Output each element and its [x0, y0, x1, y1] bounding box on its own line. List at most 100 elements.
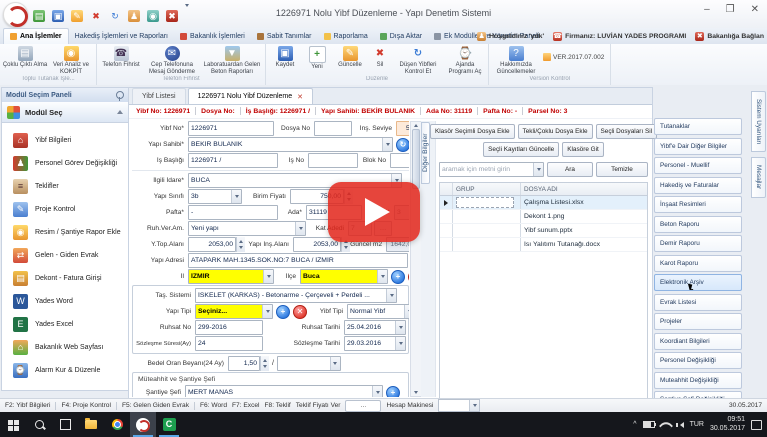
- dosya-no-input[interactable]: [314, 121, 352, 136]
- tab-raporlama[interactable]: Raporlama: [318, 29, 374, 44]
- tab-yibf-listesi[interactable]: Yibf Listesi: [132, 88, 186, 104]
- minimize-icon[interactable]: –: [704, 4, 710, 15]
- add-icon[interactable]: +: [391, 270, 405, 284]
- shortcut-f8[interactable]: F8: Teklif: [265, 402, 291, 409]
- maximize-icon[interactable]: ❐: [726, 4, 735, 15]
- accordion-karot-raporu[interactable]: Karot Raporu: [654, 255, 742, 272]
- grup-edit-cell[interactable]: [456, 197, 514, 208]
- bedel-oran-select[interactable]: [277, 356, 341, 371]
- tekli-coklu-dosya-ekle-button[interactable]: Tekli/Çoklu Dosya Ekle: [518, 124, 593, 139]
- toplam-alan-input[interactable]: 2053,00: [188, 237, 236, 252]
- kaydet-button[interactable]: ▣Kaydet: [268, 45, 302, 69]
- accordion-hakedis-faturalar[interactable]: Hakediş ve Faturalar: [654, 177, 742, 194]
- accordion-demir-raporu[interactable]: Demir Raporu: [654, 235, 742, 252]
- ara-button[interactable]: Ara: [547, 162, 593, 177]
- secli-dosyalari-sil-button[interactable]: Seçli Dosyaları Sil: [596, 124, 658, 139]
- scrollbar-thumb[interactable]: [412, 129, 420, 189]
- santiye-sefi-select[interactable]: MERT MANAS: [185, 385, 383, 397]
- chevron-down-icon[interactable]: [295, 222, 305, 235]
- spinner-control[interactable]: [260, 356, 269, 371]
- status-combo[interactable]: [438, 399, 480, 412]
- accordion-tutanaklar[interactable]: Tutanaklar: [654, 118, 742, 135]
- table-row[interactable]: Yibf sunum.pptx: [440, 224, 647, 238]
- tab-sabit-tanimlar[interactable]: Sabit Tanımlar: [251, 29, 318, 44]
- sidebar-item-dekont-fatura[interactable]: ▤Dekont - Fatura Girişi: [4, 268, 126, 289]
- chevron-down-icon[interactable]: [404, 305, 409, 318]
- accordion-insaat-resimleri[interactable]: İnşaat Resimleri: [654, 196, 742, 213]
- tasiyici-sistem-select[interactable]: İSKELET (KARKAS) - Betonarme - Çerçeveli…: [195, 288, 397, 303]
- connect-ministry-button[interactable]: ✖Bakanlığa Bağlan: [695, 32, 764, 41]
- clear-icon[interactable]: ✕: [293, 305, 307, 319]
- accordion-elektronik-arsiv[interactable]: Elektronik Arşiv: [654, 274, 742, 291]
- sil-button[interactable]: ✖Sil: [368, 45, 392, 69]
- chevron-down-icon[interactable]: [395, 337, 405, 350]
- save-icon[interactable]: ▣: [52, 10, 64, 22]
- add-icon[interactable]: +: [276, 305, 290, 319]
- chevron-down-icon[interactable]: [395, 321, 405, 334]
- chevron-down-icon[interactable]: [231, 190, 241, 203]
- search-icon[interactable]: [26, 412, 52, 437]
- chevron-down-icon[interactable]: [262, 305, 272, 318]
- chevron-down-icon[interactable]: [263, 270, 273, 283]
- pafta-input[interactable]: -: [188, 205, 278, 220]
- chart-icon[interactable]: ◉: [147, 10, 159, 22]
- chevron-down-icon[interactable]: [533, 163, 543, 176]
- hakkimizda-button[interactable]: ?Hakkımızda Güncellemeler: [491, 45, 541, 75]
- telefon-fihrist-button[interactable]: ☎Telefon Fihrist: [99, 45, 143, 69]
- pin-icon[interactable]: [116, 91, 124, 99]
- tray-expand-icon[interactable]: ^: [633, 421, 636, 428]
- blok-no-input[interactable]: [390, 153, 409, 168]
- sidebar-item-yibf-bilgileri[interactable]: ⌂Yibf Bilgileri: [4, 130, 126, 151]
- module-select-header[interactable]: Modül Seç: [2, 102, 128, 123]
- accordion-beton-raporu[interactable]: Beton Raporu: [654, 216, 742, 233]
- accordion-projeler[interactable]: Projeler: [654, 313, 742, 330]
- table-row[interactable]: Çalışma Listesi.xlsx: [440, 196, 647, 210]
- bedel-oran-input[interactable]: 1,50: [228, 356, 260, 371]
- ruhsat-verilis-amaci-select[interactable]: Yeni yapı: [188, 221, 306, 236]
- secli-kayitlari-guncelle-button[interactable]: Seçli Kayıtları Güncelle: [483, 142, 559, 157]
- teklif-fiyati-ver-button[interactable]: Teklif Fiyatı Ver: [296, 402, 341, 409]
- yades-app-icon[interactable]: [130, 412, 156, 437]
- scroll-down-icon[interactable]: [414, 391, 418, 394]
- language-indicator[interactable]: TUR: [690, 421, 704, 428]
- ins-seviye-input[interactable]: 50,00: [396, 121, 409, 136]
- file-explorer-icon[interactable]: [78, 412, 104, 437]
- yapi-tipi-select[interactable]: Seçiniz...: [195, 304, 273, 319]
- tab-mesajlar[interactable]: Mesajlar: [751, 157, 766, 197]
- chevron-down-icon[interactable]: [377, 270, 387, 283]
- volume-icon[interactable]: [677, 422, 684, 428]
- ilce-select[interactable]: Buca: [300, 269, 388, 284]
- action-center-icon[interactable]: [751, 420, 762, 430]
- klasor-secimli-dosya-ekle-button[interactable]: Klasör Seçimli Dosya Ekle: [430, 124, 515, 139]
- shortcut-f5[interactable]: F5: Gelen Giden Evrak: [122, 402, 189, 409]
- chevron-down-icon[interactable]: [469, 400, 479, 411]
- wifi-icon[interactable]: [658, 419, 672, 433]
- tab-ana-islemler[interactable]: Ana İşlemler: [3, 28, 69, 44]
- scroll-up-icon[interactable]: [414, 124, 418, 127]
- video-play-button-overlay[interactable]: [328, 182, 420, 242]
- chevron-down-icon[interactable]: [372, 386, 382, 397]
- user-icon[interactable]: ♟: [128, 10, 140, 22]
- veri-analiz-button[interactable]: ◉Veri Analiz ve KOKPİT: [48, 45, 94, 75]
- tab-hakedis[interactable]: Hakediş İşlemleri ve Raporları: [69, 29, 174, 44]
- sidebar-item-yades-word[interactable]: WYades Word: [4, 291, 126, 312]
- spinner-control[interactable]: [236, 237, 245, 252]
- accordion-personel-degisikligi[interactable]: Personel Değişikliği: [654, 352, 742, 369]
- c-app-icon[interactable]: C: [156, 412, 182, 437]
- yapi-sinifi-select[interactable]: 3b: [188, 189, 242, 204]
- sidebar-item-personel-gorev[interactable]: ♟Personel Görev Değişikliği: [4, 153, 126, 174]
- sozlesme-suresi-input[interactable]: 24: [195, 336, 263, 351]
- shortcut-f6[interactable]: F6: Word: [200, 402, 227, 409]
- chevron-down-icon[interactable]: [386, 289, 396, 302]
- close-tab-icon[interactable]: ✕: [297, 93, 303, 101]
- shortcut-f7[interactable]: F7: Excel: [232, 402, 259, 409]
- table-row[interactable]: Isı Yalıtımı Tutanağı.docx: [440, 238, 647, 252]
- start-icon[interactable]: [0, 412, 26, 437]
- shortcut-f2[interactable]: F2: Yibf Bilgileri: [5, 402, 50, 409]
- file-search-input[interactable]: aramak için metni girin: [439, 162, 544, 177]
- accordion-muteahhit-degisikligi[interactable]: Muteahhit Değişikliği: [654, 372, 742, 389]
- tab-yibf-duzenleme[interactable]: 1226971 Nolu Yibf Düzenleme✕: [188, 88, 313, 104]
- edit-note-icon[interactable]: ✎: [71, 10, 83, 22]
- yibf-tipi-select[interactable]: Normal Yibf: [347, 304, 409, 319]
- is-no-input[interactable]: [308, 153, 358, 168]
